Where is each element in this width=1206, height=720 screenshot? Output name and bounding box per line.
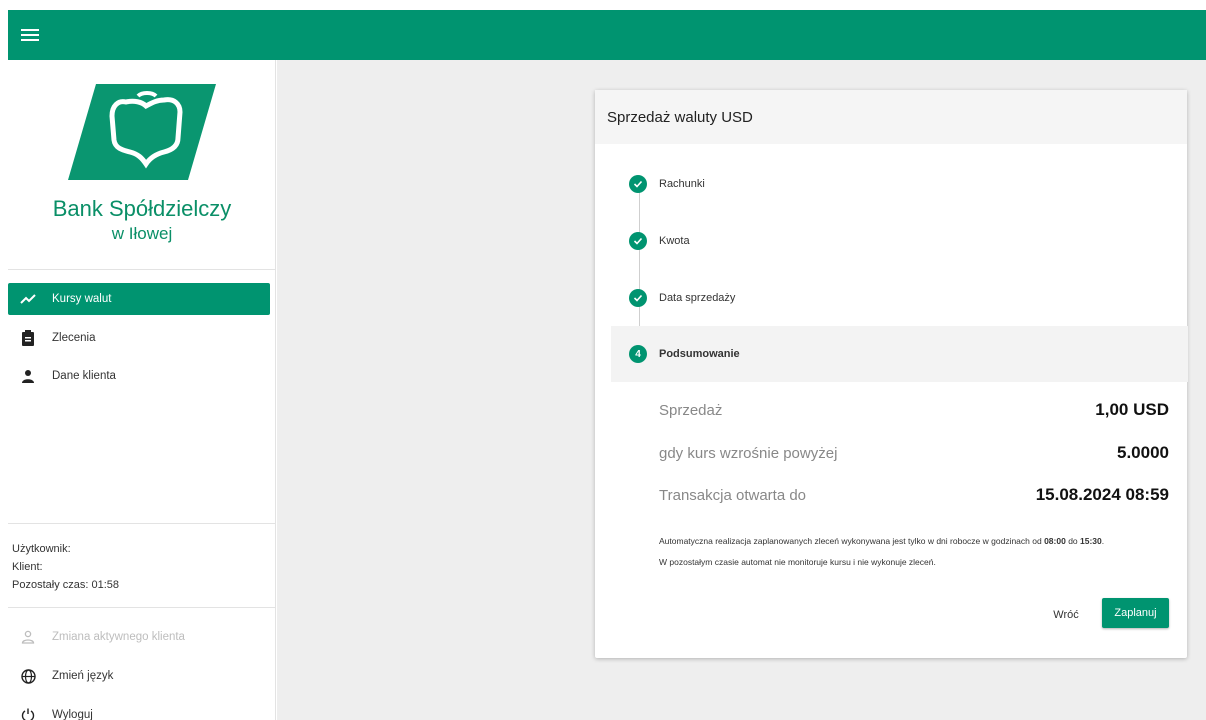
summary-label: Sprzedaż	[659, 402, 723, 419]
summary-label: Transakcja otwarta do	[659, 487, 807, 504]
bank-logo: Bank Spółdzielczy w Iłowej	[8, 60, 276, 270]
card-title: Sprzedaż waluty USD	[595, 90, 1187, 144]
remaining-time: Pozostały czas: 01:58	[12, 579, 120, 591]
top-app-bar	[8, 10, 1206, 60]
sidebar: Bank Spółdzielczy w Iłowej Kursy walut Z…	[8, 60, 276, 720]
summary-label: gdy kurs wzrośnie powyżej	[659, 445, 838, 462]
change-client-button[interactable]: Zmiana aktywnego klienta	[8, 621, 270, 653]
menu-icon[interactable]	[21, 26, 39, 44]
session-info: Użytkownik: Klient: Pozostały czas: 01:5…	[12, 540, 119, 594]
divider	[8, 523, 276, 524]
step-label: Podsumowanie	[659, 348, 740, 360]
step-data-sprzedazy[interactable]: Data sprzedaży	[611, 270, 1188, 326]
bank-name-line1: Bank Spółdzielczy	[52, 196, 232, 221]
schedule-note-line2: W pozostałym czasie automat nie monitoru…	[659, 557, 936, 567]
nav-item-dane-klienta[interactable]: Dane klienta	[8, 360, 270, 392]
step-label: Data sprzedaży	[659, 292, 736, 304]
summary-row-expiry: Transakcja otwarta do 15.08.2024 08:59	[659, 485, 1169, 505]
main-content: Sprzedaż waluty USD Rachunki Kwota Data …	[277, 60, 1206, 720]
summary-row-rate: gdy kurs wzrośnie powyżej 5.0000	[659, 443, 1169, 463]
globe-icon	[20, 668, 36, 684]
step-label: Kwota	[659, 235, 690, 247]
schedule-button[interactable]: Zaplanuj	[1102, 598, 1169, 628]
divider	[8, 607, 276, 608]
nav-label: Kursy walut	[52, 293, 112, 305]
summary-value: 1,00 USD	[1095, 400, 1169, 419]
nav-item-kursy-walut[interactable]: Kursy walut	[8, 283, 270, 315]
person-outline-icon	[20, 629, 36, 645]
summary-row-amount: Sprzedaż 1,00 USD	[659, 400, 1169, 420]
sell-currency-card: Sprzedaż waluty USD Rachunki Kwota Data …	[595, 90, 1188, 658]
bank-logo-icon	[68, 84, 216, 180]
schedule-note: Automatyczna realizacja zaplanowanych zl…	[659, 536, 1105, 546]
logout-button[interactable]: Wyloguj	[8, 699, 270, 720]
check-icon	[629, 289, 647, 307]
bank-name-line2: w Iłowej	[111, 224, 173, 243]
nav-item-zlecenia[interactable]: Zlecenia	[8, 322, 270, 354]
check-icon	[629, 175, 647, 193]
person-icon	[20, 368, 36, 384]
client-label: Klient:	[12, 561, 43, 573]
time-to: 15:30	[1080, 536, 1102, 546]
check-icon	[629, 232, 647, 250]
summary-value: 15.08.2024 08:59	[1035, 485, 1169, 504]
user-label: Użytkownik:	[12, 543, 71, 555]
nav-label: Zlecenia	[52, 332, 96, 344]
time-from: 08:00	[1044, 536, 1066, 546]
trending-up-icon	[20, 291, 36, 307]
back-button[interactable]: Wróć	[1046, 605, 1086, 625]
step-rachunki[interactable]: Rachunki	[611, 156, 1188, 212]
logout-label: Wyloguj	[52, 709, 93, 720]
step-label: Rachunki	[659, 178, 705, 190]
summary-value: 5.0000	[1117, 443, 1169, 462]
power-icon	[20, 707, 36, 720]
divider	[8, 269, 276, 270]
nav-label: Dane klienta	[52, 370, 116, 382]
step-number: 4	[629, 345, 647, 363]
clipboard-icon	[20, 330, 36, 346]
change-client-label: Zmiana aktywnego klienta	[52, 631, 185, 643]
step-kwota[interactable]: Kwota	[611, 213, 1188, 269]
change-language-button[interactable]: Zmień język	[8, 660, 270, 692]
step-podsumowanie: 4 Podsumowanie	[611, 326, 1188, 382]
change-language-label: Zmień język	[52, 670, 114, 682]
